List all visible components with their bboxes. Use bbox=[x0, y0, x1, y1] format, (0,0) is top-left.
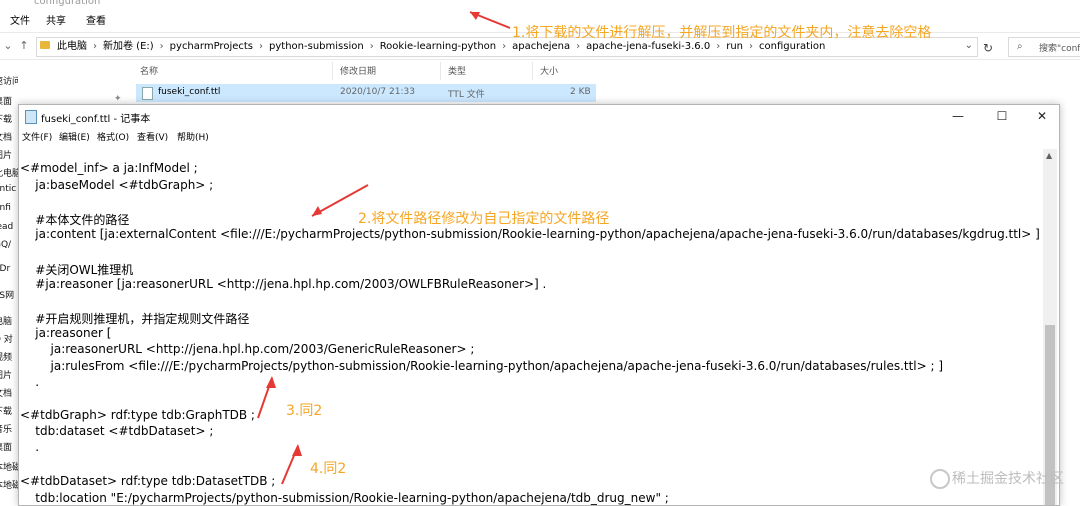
watermark: 稀土掘金技术社区 bbox=[952, 471, 1064, 487]
arrowhead-3 bbox=[266, 376, 276, 388]
annotation-1: 1.将下载的文件进行解压，并解压到指定的文件夹内，注意去除空格 bbox=[512, 25, 932, 41]
annotation-4: 4.同2 bbox=[310, 461, 347, 477]
arrowhead-2 bbox=[312, 206, 322, 216]
annotation-3: 3.同2 bbox=[286, 403, 323, 419]
annotation-arrows bbox=[257, 11, 511, 485]
watermark-logo-icon bbox=[930, 469, 950, 489]
annotation-2: 2.将文件路径修改为自己指定的文件路径 bbox=[358, 211, 610, 227]
